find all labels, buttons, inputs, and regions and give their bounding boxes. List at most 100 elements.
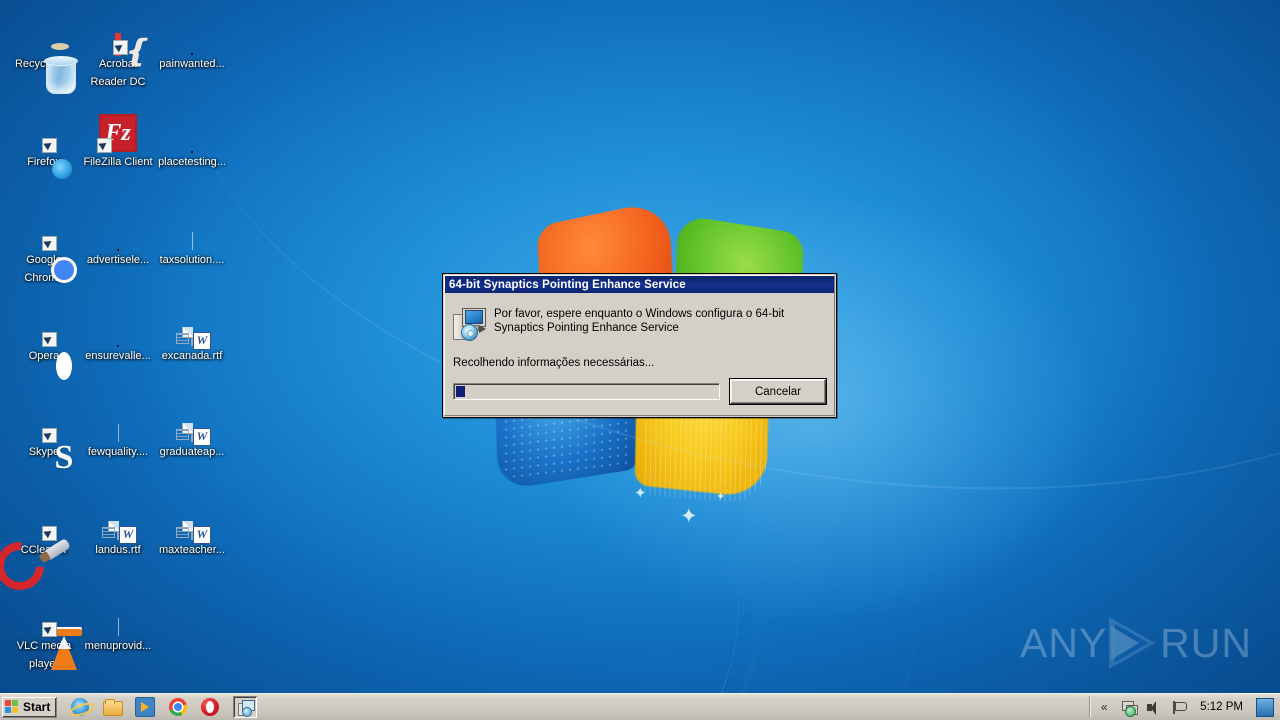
dialog-titlebar[interactable]: 64-bit Synaptics Pointing Enhance Servic… [445, 276, 834, 293]
rtf-document-icon: W [176, 327, 211, 350]
dialog-status-text: Recolhendo informações necessárias... [453, 357, 655, 369]
blank-icon [117, 424, 119, 442]
desktop-icon-art: Fz [82, 106, 154, 153]
progress-bar-fill [456, 386, 465, 397]
shortcut-overlay-icon [42, 138, 57, 153]
desktop-icon-label: Opera [28, 350, 60, 362]
desktop-icon-art [156, 204, 228, 250]
shortcut-overlay-icon [42, 526, 57, 541]
desktop-icon[interactable]: Wgraduateap... [156, 396, 228, 460]
desktop-icon-art [82, 204, 154, 250]
windows-explorer-icon[interactable] [103, 698, 124, 716]
dialog-title: 64-bit Synaptics Pointing Enhance Servic… [449, 278, 686, 291]
desktop-icon-art: W [156, 300, 228, 350]
desktop-icon[interactable]: Firefox [8, 106, 80, 170]
desktop-icon-art [8, 590, 82, 670]
blank-icon [191, 232, 193, 250]
desktop-icon-label: excanada.rtf [161, 350, 223, 362]
google-chrome-icon[interactable] [169, 698, 188, 716]
installer-dialog[interactable]: 64-bit Synaptics Pointing Enhance Servic… [442, 273, 837, 418]
taskbar-button-installer[interactable] [233, 696, 258, 718]
windows-installer-icon [453, 308, 486, 341]
cancel-button[interactable]: Cancelar [730, 379, 826, 404]
desktop-icon-label: placetesting... [158, 156, 226, 168]
desktop-icon[interactable]: Fz FileZilla Client [82, 106, 154, 170]
desktop-icon-art [82, 590, 154, 636]
system-tray[interactable]: « 5:12 PM [1089, 696, 1280, 718]
desktop-icon[interactable]: Wmaxteacher... [156, 494, 228, 558]
desktop-icon-art [8, 204, 80, 251]
shortcut-overlay-icon [42, 622, 57, 637]
quick-launch-bar[interactable] [71, 697, 220, 717]
shortcut-overlay-icon [97, 138, 112, 153]
desktop-icon-art: S [8, 396, 80, 476]
desktop-icon[interactable]: Wexcanada.rtf [156, 300, 228, 364]
show-hidden-icons-arrow-icon[interactable]: « [1096, 700, 1112, 715]
desktop-icon-art: W [156, 396, 228, 446]
shortcut-overlay-icon [42, 332, 57, 347]
desktop-icon-art [156, 106, 228, 152]
rtf-document-icon: W [176, 521, 211, 544]
desktop-icon-label: menuprovid... [84, 640, 152, 652]
desktop-icon[interactable]: taxsolution.... [156, 204, 228, 268]
desktop[interactable]: ✦ ✦ ✦ Recycle Bin❴Acrobat Reader DCpainw… [0, 0, 1280, 694]
shortcut-overlay-icon [42, 428, 57, 443]
taskbar[interactable]: Start « 5:12 PM [0, 693, 1280, 720]
desktop-icon[interactable]: Recycle Bin [8, 8, 80, 94]
windows-media-player-icon[interactable] [135, 697, 156, 717]
desktop-icon-art [82, 300, 154, 346]
rtf-document-icon: W [102, 521, 137, 544]
blank-icon [117, 618, 119, 636]
desktop-icon-art: W [156, 494, 228, 544]
shortcut-overlay-icon [42, 236, 57, 251]
progress-bar [453, 383, 720, 400]
desktop-icon-art [8, 106, 80, 153]
desktop-icon[interactable]: Wlandus.rtf [82, 494, 154, 558]
desktop-icon-art [156, 8, 228, 54]
dialog-body: Por favor, espere enquanto o Windows con… [443, 293, 836, 412]
start-button-label: Start [23, 700, 51, 714]
desktop-icon-art [8, 300, 80, 347]
desktop-icon-art [8, 8, 80, 94]
installer-icon [237, 699, 255, 717]
desktop-icon-art [82, 396, 154, 442]
desktop-icon-label: fewquality.... [87, 446, 149, 458]
show-desktop-button[interactable] [1256, 697, 1274, 717]
desktop-icon[interactable]: ensurevalle... [82, 300, 154, 364]
dialog-message-row: Por favor, espere enquanto o Windows con… [453, 307, 826, 341]
action-center-flag-icon[interactable] [1171, 700, 1188, 715]
desktop-icon-label: ensurevalle... [85, 350, 151, 362]
network-icon[interactable] [1121, 700, 1139, 717]
desktop-icon-label: FileZilla Client [83, 156, 153, 168]
volume-icon[interactable] [1146, 700, 1162, 715]
windows-logo-icon [5, 700, 20, 714]
desktop-icon[interactable]: Opera [8, 300, 80, 364]
desktop-icon[interactable]: menuprovid... [82, 590, 154, 654]
desktop-icon-art [0, 494, 80, 600]
desktop-icon-label: advertisele... [86, 254, 150, 266]
clock[interactable]: 5:12 PM [1196, 701, 1247, 713]
desktop-icon-label: maxteacher... [158, 544, 226, 556]
desktop-icon[interactable]: fewquality.... [82, 396, 154, 460]
desktop-icon[interactable]: advertisele... [82, 204, 154, 268]
desktop-icon[interactable]: S Skype [8, 396, 80, 476]
desktop-icon[interactable]: VLC media player [8, 590, 82, 672]
start-button[interactable]: Start [2, 696, 58, 718]
desktop-icon[interactable]: ❴ Acrobat Reader DC [82, 8, 154, 90]
dialog-progress-row: Cancelar [453, 379, 826, 404]
desktop-icon[interactable]: placetesting... [156, 106, 228, 170]
desktop-icon-art: ❴ [82, 8, 154, 68]
desktop-icon-label: taxsolution.... [159, 254, 225, 266]
desktop-icon[interactable]: CCleaner [0, 494, 80, 600]
desktop-icon-label: landus.rtf [95, 544, 141, 556]
opera-icon[interactable] [201, 698, 220, 716]
desktop-icon-label: graduateap... [159, 446, 225, 458]
shortcut-overlay-icon [113, 40, 128, 55]
dialog-message-text: Por favor, espere enquanto o Windows con… [494, 308, 785, 334]
desktop-icon[interactable]: Google Chrome [8, 204, 80, 286]
desktop-icon-art: W [82, 494, 154, 544]
desktop-icon-label: painwanted... [159, 58, 225, 70]
rtf-document-icon: W [176, 423, 211, 446]
desktop-icon[interactable]: painwanted... [156, 8, 228, 72]
internet-explorer-icon[interactable] [71, 698, 90, 716]
